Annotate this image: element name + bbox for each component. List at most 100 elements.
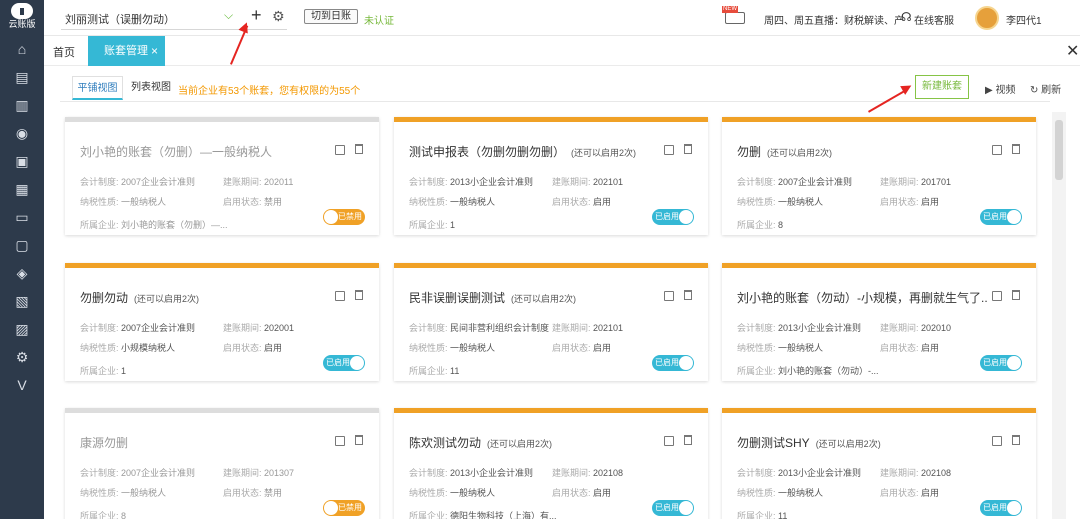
cloud-upload-icon: [11, 3, 33, 19]
chart-icon[interactable]: ▥: [13, 96, 31, 114]
field-label: 所属企业:: [409, 220, 448, 230]
edit-icon[interactable]: [335, 291, 345, 301]
scrollbar-thumb[interactable]: [1055, 120, 1063, 180]
account-set-card[interactable]: 勿删勿动 (还可以启用2次) 会计制度: 2007企业会计准则 建账期间: 20200…: [65, 263, 379, 381]
vip-icon[interactable]: V: [13, 376, 31, 394]
field-period: 建账期间: 202101: [552, 321, 623, 334]
voucher-icon[interactable]: ▤: [13, 68, 31, 86]
tab-list-view[interactable]: 列表视图: [131, 76, 172, 100]
card-title[interactable]: 勿删测试SHY (还可以启用2次): [737, 434, 881, 451]
card-title[interactable]: 勿删勿动 (还可以启用2次): [80, 289, 199, 306]
new-live-icon[interactable]: [722, 6, 745, 24]
online-service-link[interactable]: 在线客服: [914, 12, 954, 27]
app-logo[interactable]: 云账版: [4, 3, 40, 33]
money-icon[interactable]: ◉: [13, 124, 31, 142]
company-selector[interactable]: 刘丽测试（误删勿动）: [65, 11, 175, 27]
status-toggle[interactable]: 已启用: [323, 355, 365, 371]
avatar[interactable]: [975, 6, 999, 30]
field-value: 202108: [921, 468, 952, 478]
account-set-card[interactable]: 民非误删误删测试 (还可以启用2次) 会计制度: 民间非营利组织会计制度 建账期间: …: [394, 263, 708, 381]
tab-home[interactable]: 首页: [53, 44, 75, 60]
tax-icon[interactable]: ◈: [13, 264, 31, 282]
trash-icon[interactable]: [1012, 290, 1020, 300]
status-toggle[interactable]: 已禁用: [323, 209, 365, 225]
trash-icon[interactable]: [1012, 144, 1020, 154]
card-title[interactable]: 测试申报表（勿删勿删勿删） (还可以启用2次): [409, 143, 636, 160]
account-set-card[interactable]: 刘小艳的账套（勿删）—一般纳税人 会计制度: 2007企业会计准则 建账期间: 20…: [65, 117, 379, 235]
card-title[interactable]: 刘小艳的账套（勿删）—一般纳税人: [80, 143, 278, 160]
status-toggle[interactable]: 已启用: [652, 500, 694, 516]
user-name[interactable]: 李四代1: [1006, 12, 1042, 27]
card-quota: (还可以启用2次): [134, 294, 200, 304]
field-period: 建账期间: 202101: [552, 175, 623, 188]
scrollbar[interactable]: [1052, 112, 1066, 519]
edit-icon[interactable]: [664, 436, 674, 446]
field-value: 一般纳税人: [450, 488, 496, 498]
live-notice-link[interactable]: 周四、周五直播：财税解读、产: [764, 12, 904, 27]
assets-icon[interactable]: ▧: [13, 292, 31, 310]
field-value: 8: [121, 511, 127, 519]
edit-icon[interactable]: [992, 291, 1002, 301]
trash-icon[interactable]: [355, 290, 363, 300]
gear-icon[interactable]: ⚙: [272, 8, 285, 25]
trash-icon[interactable]: [1012, 435, 1020, 445]
account-set-card[interactable]: 测试申报表（勿删勿删勿删） (还可以启用2次) 会计制度: 2013小企业会计准则 建…: [394, 117, 708, 235]
status-toggle[interactable]: 已启用: [652, 209, 694, 225]
status-toggle[interactable]: 已启用: [980, 500, 1022, 516]
close-page-icon[interactable]: ✕: [1066, 41, 1079, 61]
account-set-card[interactable]: 康源勿删 会计制度: 2007企业会计准则 建账期间: 201307 纳税性质: 一般…: [65, 408, 379, 519]
bank-icon[interactable]: ▭: [13, 208, 31, 226]
trash-icon[interactable]: [684, 435, 692, 445]
close-icon[interactable]: ×: [151, 36, 158, 66]
card-title[interactable]: 陈欢测试勿动 (还可以启用2次): [409, 434, 552, 451]
report-icon[interactable]: ▦: [13, 180, 31, 198]
card-title[interactable]: 康源勿删: [80, 434, 134, 451]
headset-icon[interactable]: ☊: [901, 10, 912, 24]
card-title[interactable]: 刘小艳的账套（勿动）-小规模，再删就生气了...: [737, 289, 987, 306]
trash-icon[interactable]: [684, 290, 692, 300]
chevron-down-icon[interactable]: ⌵: [224, 8, 233, 23]
field-status: 启用状态: 启用: [552, 486, 611, 499]
field-period: 建账期间: 202010: [880, 321, 951, 334]
home-icon[interactable]: ⌂: [13, 40, 31, 58]
status-toggle[interactable]: 已启用: [980, 209, 1022, 225]
status-toggle[interactable]: 已禁用: [323, 500, 365, 516]
edit-icon[interactable]: [664, 145, 674, 155]
account-set-card[interactable]: 刘小艳的账套（勿动）-小规模，再删就生气了... 会计制度: 2013小企业会计准…: [722, 263, 1036, 381]
settings-icon[interactable]: ⚙: [13, 348, 31, 366]
account-set-card[interactable]: 勿删 (还可以启用2次) 会计制度: 2007企业会计准则 建账期间: 201701 纳…: [722, 117, 1036, 235]
trash-icon[interactable]: [355, 144, 363, 154]
field-label: 所属企业:: [737, 220, 776, 230]
edit-icon[interactable]: [335, 436, 345, 446]
card-title[interactable]: 民非误删误删测试 (还可以启用2次): [409, 289, 576, 306]
card-title-text: 刘小艳的账套（勿删）—一般纳税人: [80, 145, 273, 159]
status-toggle[interactable]: 已启用: [980, 355, 1022, 371]
edit-icon[interactable]: [664, 291, 674, 301]
field-period: 建账期间: 202011: [223, 175, 293, 188]
card-title[interactable]: 勿删 (还可以启用2次): [737, 143, 832, 160]
card-quota: (还可以启用2次): [767, 148, 833, 158]
invoice-icon[interactable]: ▢: [13, 236, 31, 254]
field-period: 建账期间: 202108: [552, 466, 623, 479]
field-label: 建账期间:: [880, 177, 919, 187]
tab-card-view[interactable]: 平铺视图: [72, 76, 123, 100]
edit-icon[interactable]: [992, 436, 1002, 446]
account-set-card[interactable]: 勿删测试SHY (还可以启用2次) 会计制度: 2013小企业会计准则 建账期间: 2…: [722, 408, 1036, 519]
edit-icon[interactable]: [992, 145, 1002, 155]
edit-icon[interactable]: [335, 145, 345, 155]
new-account-set-button[interactable]: 新建账套: [915, 75, 969, 99]
refresh-button[interactable]: ↻ 刷新: [1030, 81, 1061, 96]
add-company-button[interactable]: +: [251, 6, 262, 24]
video-button[interactable]: ▶ 视频: [985, 81, 1015, 96]
status-toggle[interactable]: 已启用: [652, 355, 694, 371]
ledger-icon[interactable]: ▣: [13, 152, 31, 170]
archive-icon[interactable]: ▨: [13, 320, 31, 338]
trash-icon[interactable]: [684, 144, 692, 154]
card-title-text: 陈欢测试勿动: [409, 436, 482, 450]
account-set-card[interactable]: 陈欢测试勿动 (还可以启用2次) 会计制度: 2013小企业会计准则 建账期间: 20…: [394, 408, 708, 519]
card-quota: (还可以启用2次): [815, 439, 881, 449]
trash-icon[interactable]: [355, 435, 363, 445]
account-count-notice: 当前企业有53个账套，您有权限的为55个: [178, 86, 361, 97]
switch-journal-button[interactable]: 切到日账: [304, 9, 358, 24]
cert-status[interactable]: 未认证: [364, 12, 394, 27]
